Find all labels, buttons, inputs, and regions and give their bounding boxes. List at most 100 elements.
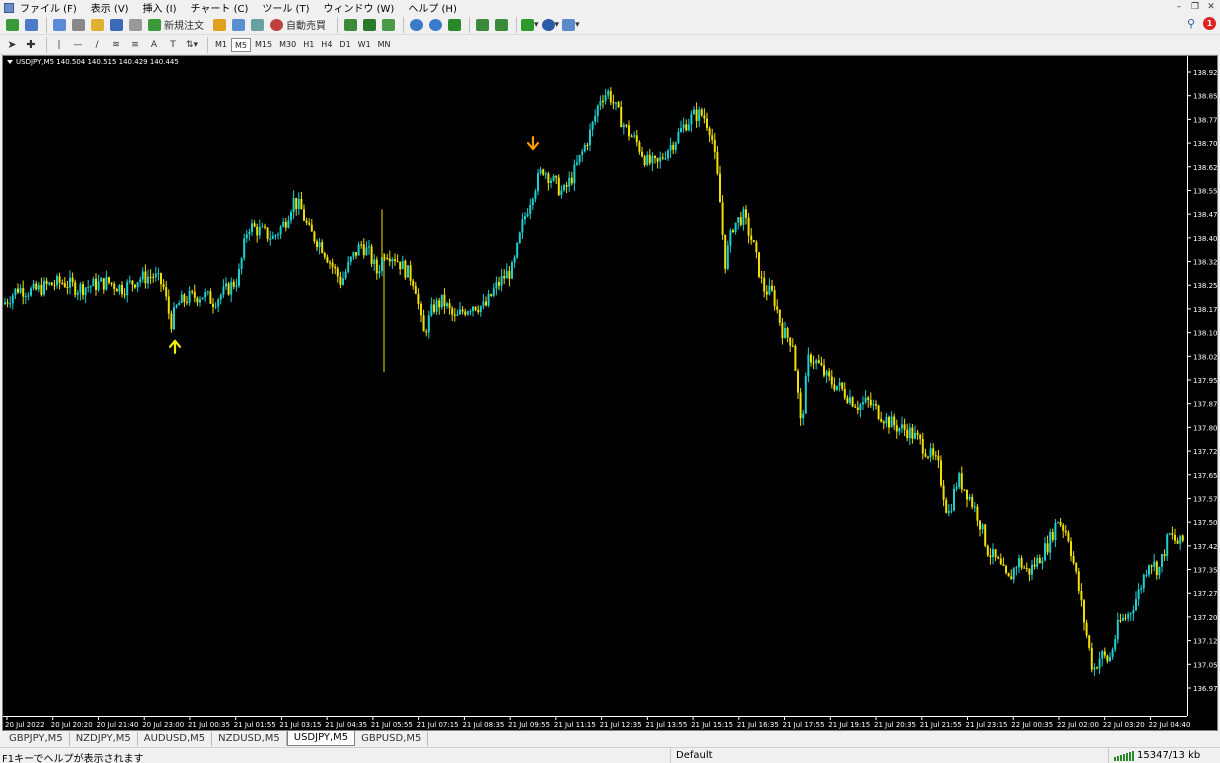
templates-button[interactable]: ▾ xyxy=(562,17,580,33)
tab-nzdjpy[interactable]: NZDJPY,M5 xyxy=(70,732,138,746)
tab-gbpusd[interactable]: GBPUSD,M5 xyxy=(355,732,429,746)
horizontal-line-tool[interactable]: — xyxy=(70,37,86,53)
menu-insert[interactable]: 挿入 (I) xyxy=(143,0,177,15)
notification-badge[interactable]: 1 xyxy=(1203,17,1216,30)
signals-button[interactable] xyxy=(230,17,246,33)
candle-body xyxy=(97,281,100,291)
search-icon[interactable]: ⚲ xyxy=(1187,17,1195,30)
data-window-button[interactable] xyxy=(70,17,86,33)
candle-body xyxy=(32,283,35,289)
cursor-tool[interactable]: ➤ xyxy=(4,37,20,53)
tab-gbpjpy[interactable]: GBPJPY,M5 xyxy=(3,732,70,746)
candle-body xyxy=(500,276,503,286)
candle-body xyxy=(687,124,690,131)
terminal-button[interactable] xyxy=(108,17,124,33)
timeframe-w1[interactable]: W1 xyxy=(355,38,374,52)
timeframe-mn[interactable]: MN xyxy=(375,38,394,52)
menu-chart[interactable]: チャート (C) xyxy=(191,0,249,15)
tab-nzdusd[interactable]: NZDUSD,M5 xyxy=(212,732,287,746)
indicators-button[interactable]: ▾ xyxy=(521,17,539,33)
periods-button[interactable]: ▾ xyxy=(541,17,559,33)
trendline-tool[interactable]: ∕ xyxy=(89,37,105,53)
candle-body xyxy=(810,354,812,363)
candle-body xyxy=(79,284,82,293)
menu-tools[interactable]: ツール (T) xyxy=(262,0,309,15)
tab-usdjpy[interactable]: USDJPY,M5 xyxy=(286,731,356,746)
text-tool[interactable]: A xyxy=(146,37,162,53)
candle-body xyxy=(95,278,97,291)
timeframe-m5[interactable]: M5 xyxy=(231,37,251,52)
candle-body xyxy=(568,177,571,187)
market-button[interactable] xyxy=(249,17,265,33)
candle-body xyxy=(578,155,581,163)
price-tick-label: 138.850 xyxy=(1193,93,1218,101)
new-order-button[interactable]: 新規注文 xyxy=(146,17,208,33)
timeframe-h4[interactable]: H4 xyxy=(318,38,335,52)
menu-help[interactable]: ヘルプ (H) xyxy=(408,0,457,15)
tester-button[interactable] xyxy=(127,17,143,33)
bar-chart-button[interactable] xyxy=(342,17,358,33)
candle-body xyxy=(999,558,1002,565)
candle-body xyxy=(862,402,864,405)
candle-body xyxy=(45,280,48,285)
menu-file[interactable]: ファイル (F) xyxy=(20,0,77,15)
candle-body xyxy=(490,294,493,296)
fibonacci-tool[interactable]: ≡ xyxy=(127,37,143,53)
price-chart[interactable]: 138.925 138.850 138.775 138.700 138.625 138.5… xyxy=(3,56,1218,731)
navigator-button[interactable] xyxy=(89,17,105,33)
candle-body xyxy=(867,397,870,400)
restore-icon[interactable]: ❐ xyxy=(1188,1,1202,13)
tile-windows-button[interactable] xyxy=(446,17,462,33)
auto-trading-label: 自動売買 xyxy=(286,21,326,32)
line-chart-button[interactable] xyxy=(380,17,396,33)
candle-body xyxy=(734,222,737,232)
auto-trading-button[interactable]: 自動売買 xyxy=(268,17,330,33)
timeframe-m30[interactable]: M30 xyxy=(276,38,299,52)
arrows-tool[interactable]: ⇅▾ xyxy=(184,37,200,53)
candle-body xyxy=(1098,658,1101,669)
candle-body xyxy=(222,286,225,295)
chart-menu-icon[interactable] xyxy=(7,60,13,64)
candle-body xyxy=(256,226,259,236)
candle-body xyxy=(1018,558,1020,568)
timeframe-m1[interactable]: M1 xyxy=(212,38,230,52)
toolbar-separator xyxy=(516,16,517,33)
menu-view[interactable]: 表示 (V) xyxy=(91,0,129,15)
candle-body xyxy=(492,288,495,296)
chart-shift-button[interactable] xyxy=(493,17,509,33)
candle-body xyxy=(573,164,576,184)
chart-window[interactable]: 138.925 138.850 138.775 138.700 138.625 138.5… xyxy=(2,55,1218,731)
candle-body xyxy=(235,285,238,287)
minimize-icon[interactable]: – xyxy=(1172,1,1186,13)
vertical-line-tool[interactable]: | xyxy=(51,37,67,53)
crosshair-tool[interactable]: ✚ xyxy=(23,37,39,53)
new-chart-button[interactable] xyxy=(4,17,20,33)
candle-body xyxy=(932,448,935,456)
close-icon[interactable]: ✕ xyxy=(1204,1,1218,13)
timeframe-m15[interactable]: M15 xyxy=(252,38,275,52)
toolbar-separator xyxy=(403,16,404,33)
candle-body xyxy=(804,376,807,414)
zoom-in-button[interactable] xyxy=(408,17,424,33)
menu-window[interactable]: ウィンドウ (W) xyxy=(323,0,394,15)
profiles-button[interactable] xyxy=(23,17,39,33)
toolbar-separator xyxy=(207,36,208,53)
candle-body xyxy=(230,281,233,295)
candlestick-button[interactable] xyxy=(361,17,377,33)
metaeditor-button[interactable] xyxy=(211,17,227,33)
timeframe-h1[interactable]: H1 xyxy=(300,38,317,52)
candle-body xyxy=(199,299,201,303)
market-watch-button[interactable] xyxy=(51,17,67,33)
label-tool[interactable]: T xyxy=(165,37,181,53)
candle-body xyxy=(940,460,942,486)
candle-body xyxy=(776,306,779,310)
timeframe-d1[interactable]: D1 xyxy=(336,38,353,52)
candle-body xyxy=(409,265,412,281)
candle-body xyxy=(713,139,716,153)
auto-scroll-button[interactable] xyxy=(474,17,490,33)
candle-body xyxy=(508,271,511,279)
zoom-out-button[interactable] xyxy=(427,17,443,33)
tab-audusd[interactable]: AUDUSD,M5 xyxy=(138,732,213,746)
channel-tool[interactable]: ≋ xyxy=(108,37,124,53)
zoom-out-icon xyxy=(428,18,442,31)
